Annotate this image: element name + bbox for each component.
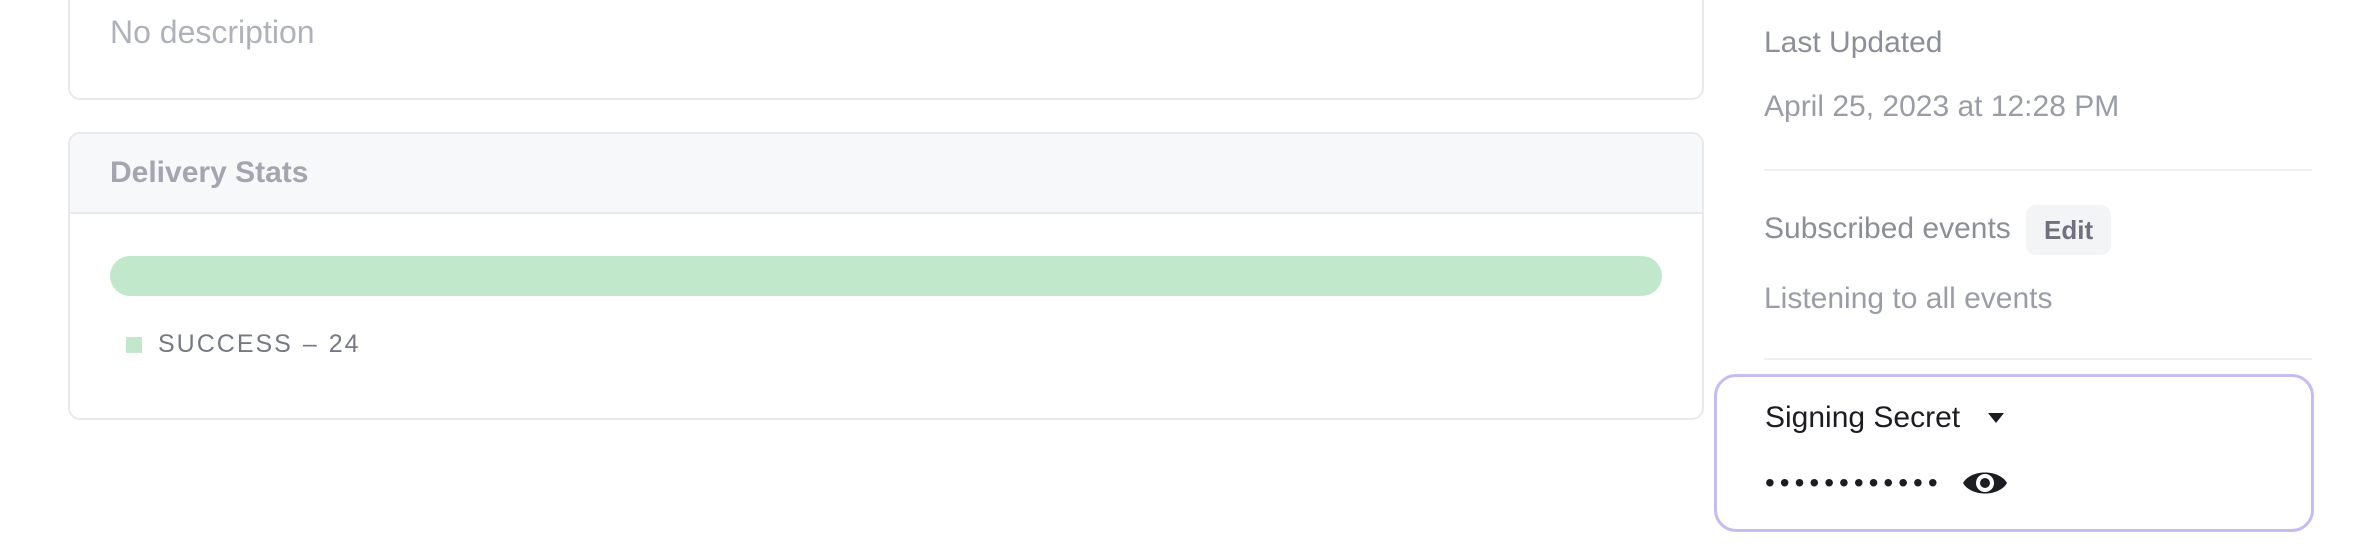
delivery-stats-header: Delivery Stats xyxy=(70,134,1702,214)
legend-separator: – xyxy=(302,330,319,358)
description-text: No description xyxy=(110,14,315,50)
legend-label: SUCCESS xyxy=(158,330,293,358)
webhook-detail-page: No description Delivery Stats SUCCESS – … xyxy=(0,0,2360,552)
subscribed-events-value: Listening to all events xyxy=(1764,282,2053,315)
caret-down-icon[interactable] xyxy=(1984,406,2008,430)
delivery-stats-title: Delivery Stats xyxy=(110,156,309,189)
eye-icon[interactable] xyxy=(1961,465,2009,501)
delivery-stats-card: Delivery Stats SUCCESS – 24 xyxy=(68,132,1704,420)
last-updated-label: Last Updated xyxy=(1764,26,1943,59)
success-swatch xyxy=(126,336,142,353)
delivery-progress-bar xyxy=(110,256,1662,296)
signing-secret-masked: •••••••••••• xyxy=(1765,467,1943,498)
edit-events-button[interactable]: Edit xyxy=(2026,205,2112,255)
signing-secret-toggle[interactable]: Signing Secret xyxy=(1765,401,2008,435)
subscribed-events-label: Subscribed events xyxy=(1764,212,2011,245)
signing-secret-label: Signing Secret xyxy=(1765,401,1961,434)
sidebar-divider xyxy=(1764,169,2312,171)
sidebar-divider xyxy=(1764,358,2312,360)
signing-secret-card: Signing Secret •••••••••••• xyxy=(1714,374,2314,532)
delivery-legend: SUCCESS – 24 xyxy=(126,330,361,359)
delivery-success-fill xyxy=(110,256,1662,296)
legend-count: 24 xyxy=(328,330,361,358)
description-card: No description xyxy=(68,0,1704,100)
last-updated-value: April 25, 2023 at 12:28 PM xyxy=(1764,90,2120,123)
signing-secret-row: •••••••••••• xyxy=(1765,465,2009,501)
